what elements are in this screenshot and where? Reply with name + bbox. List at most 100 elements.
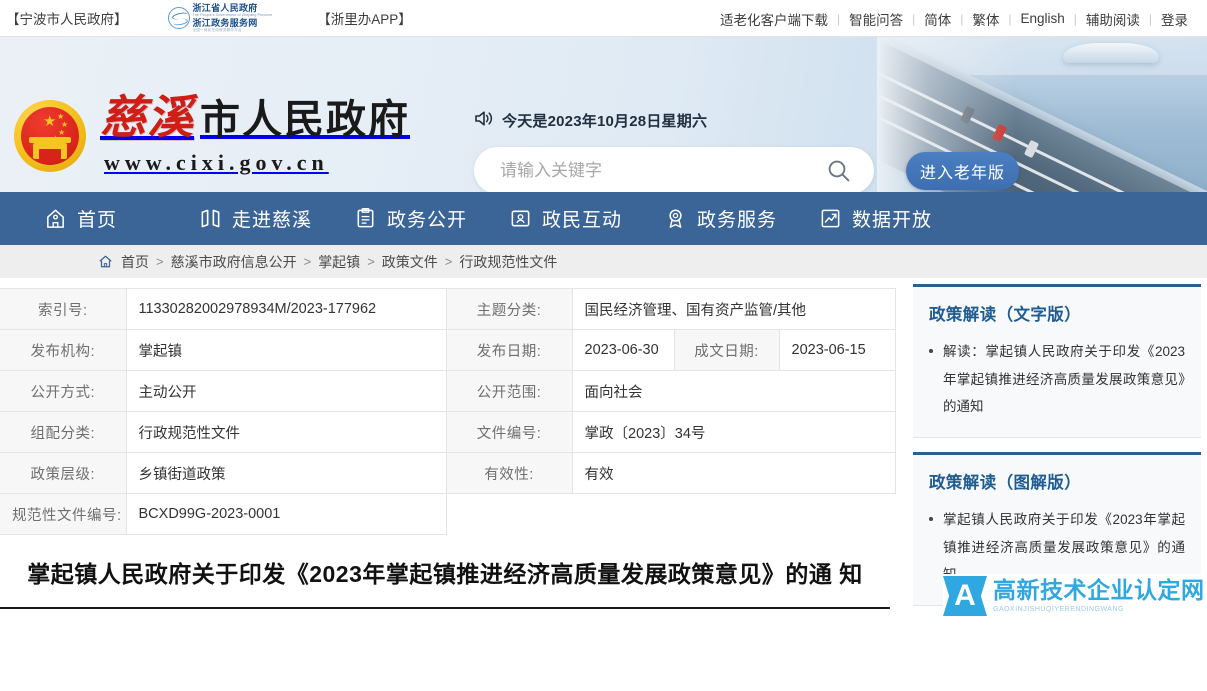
watermark-logo: A 高新技术企业认定网 GAOXINJISHUQIYERENDINGWANG — [943, 574, 1207, 619]
search-input[interactable] — [500, 160, 824, 181]
topbar-right-links: 适老化客户端下载 | 智能问答 | 简体 | 繁体 | English | 辅助… — [711, 0, 1197, 37]
link-ningbo-gov[interactable]: 【宁波市人民政府】 — [6, 8, 128, 28]
sidebar-link-interpretation-graphic[interactable]: 掌起镇人民政府关于印发《2023年掌起镇推进经济高质量发展政策意见》的通知 — [943, 512, 1185, 582]
sidebar-link-interpretation-text[interactable]: 解读：掌起镇人民政府关于印发《2023年掌起镇推进经济高质量发展政策意见》的通知 — [943, 344, 1185, 414]
nav-label-open-data: 数据开放 — [852, 210, 933, 231]
nav-label-about-cixi: 走进慈溪 — [232, 210, 313, 231]
elder-version-button[interactable]: 进入老年版 — [906, 151, 1019, 190]
site-logo-link[interactable]: ★ ★ ★ ★ ★ 慈溪 市人民政府 www.cixi.gov.cn — [14, 95, 410, 176]
link-traditional-chinese[interactable]: 繁体 — [963, 9, 1008, 29]
meta-label-publish-date: 发布日期: — [445, 329, 573, 371]
watermark-badge-icon: A — [943, 576, 987, 617]
link-smart-qa[interactable]: 智能问答 — [840, 9, 912, 29]
zj-logo-line1-en: The People's Government of Zhejiang Prov… — [192, 12, 273, 17]
document-title-line1: 掌起镇人民政府关于印发《2023年掌起镇推进经济高质量发展政策意见》的通 — [27, 561, 833, 587]
nav-item-home[interactable]: 首页 — [44, 205, 199, 232]
search-icon — [828, 160, 850, 181]
search-button[interactable] — [824, 156, 854, 186]
speaker-icon[interactable] — [474, 110, 494, 131]
meta-label-group-category: 组配分类: — [0, 411, 127, 453]
search-box[interactable] — [474, 147, 874, 192]
link-login[interactable]: 登录 — [1152, 9, 1197, 29]
breadcrumb-item-administrative-normative-documents[interactable]: 行政规范性文件 — [459, 252, 557, 272]
site-name-rest: 市人民政府 — [200, 97, 410, 142]
meta-label-policy-level: 政策层级: — [0, 452, 127, 494]
topbar-left-group: 【宁波市人民政府】 浙江省人民政府 The People's Governmen… — [0, 3, 412, 32]
watermark-letter: A — [954, 579, 976, 613]
zhejiang-gov-service-logo[interactable]: 浙江省人民政府 The People's Government of Zheji… — [167, 3, 273, 32]
home-icon — [98, 254, 113, 269]
meta-value-publish-date: 2023-06-30 — [571, 329, 675, 371]
nav-label-home: 首页 — [77, 210, 118, 231]
sidebar: 政策解读（文字版） 解读：掌起镇人民政府关于印发《2023年掌起镇推进经济高质量… — [905, 278, 1207, 620]
meta-label-disclosure-method: 公开方式: — [0, 370, 127, 412]
medal-icon — [664, 207, 687, 230]
breadcrumb-separator: > — [156, 254, 164, 269]
meta-value-document-number: 掌政〔2023〕34号 — [571, 411, 896, 453]
panel-list-text-version: 解读：掌起镇人民政府关于印发《2023年掌起镇推进经济高质量发展政策意见》的通知 — [929, 338, 1185, 421]
breadcrumb-item-cixi-gov-disclosure[interactable]: 慈溪市政府信息公开 — [171, 252, 297, 272]
link-elder-client-download[interactable]: 适老化客户端下载 — [711, 9, 837, 29]
current-date-text: 今天是2023年10月28日星期六 — [502, 113, 708, 130]
top-utility-bar: 【宁波市人民政府】 浙江省人民政府 The People's Governmen… — [0, 0, 1207, 37]
meta-value-index-number: 11330282002978934M/2023-177962 — [125, 288, 447, 330]
table-row: 政策层级: 乡镇街道政策 有效性: 有效 — [0, 452, 896, 494]
breadcrumb-item-policy-documents[interactable]: 政策文件 — [382, 252, 438, 272]
page-title: 掌起镇人民政府关于印发《2023年掌起镇推进经济高质量发展政策意见》的通 知 — [0, 557, 890, 593]
breadcrumb-item-zhangqi-town[interactable]: 掌起镇 — [318, 252, 360, 272]
meta-value-topic-category: 国民经济管理、国有资产监管/其他 — [571, 288, 896, 330]
link-simplified-chinese[interactable]: 简体 — [915, 9, 960, 29]
map-icon — [199, 207, 222, 230]
meta-value-disclosure-method: 主动公开 — [125, 370, 447, 412]
nav-item-open-data[interactable]: 数据开放 — [819, 205, 974, 232]
header-search-area: 进入老年版 — [474, 147, 1019, 192]
meta-value-disclosure-scope: 面向社会 — [571, 370, 896, 412]
chart-icon — [819, 207, 842, 230]
nav-item-government-services[interactable]: 政务服务 — [664, 205, 819, 232]
table-row: 索引号: 11330282002978934M/2023-177962 主题分类… — [0, 288, 896, 330]
panel-policy-interpretation-text: 政策解读（文字版） 解读：掌起镇人民政府关于印发《2023年掌起镇推进经济高质量… — [913, 284, 1201, 439]
main-navigation: 首页 走进慈溪 政务公开 政民互动 政务服务 数据开放 — [0, 192, 1207, 245]
home-icon — [44, 207, 67, 230]
link-zheliban-app[interactable]: 【浙里办APP】 — [317, 8, 412, 28]
link-assisted-reading[interactable]: 辅助阅读 — [1077, 9, 1149, 29]
zj-logo-line2: 浙江政务服务网 — [192, 17, 258, 28]
watermark-chinese-name: 高新技术企业认定网 — [993, 577, 1205, 604]
meta-value-validity: 有效 — [571, 452, 896, 494]
page-body: 索引号: 11330282002978934M/2023-177962 主题分类… — [0, 278, 1207, 621]
nav-label-government-disclosure: 政务公开 — [387, 210, 468, 231]
meta-label-issuing-agency: 发布机构: — [0, 329, 127, 371]
meta-value-policy-level: 乡镇街道政策 — [125, 452, 447, 494]
breadcrumb-separator: > — [303, 254, 312, 269]
meta-value-issuing-agency: 掌起镇 — [125, 329, 447, 371]
list-item[interactable]: 解读：掌起镇人民政府关于印发《2023年掌起镇推进经济高质量发展政策意见》的通知 — [929, 338, 1185, 421]
table-row: 发布机构: 掌起镇 发布日期: 2023-06-30 成文日期: 2023-06… — [0, 329, 896, 371]
site-header: ★ ★ ★ ★ ★ 慈溪 市人民政府 www.cixi.gov.cn — [0, 37, 1207, 192]
panel-title-graphic-version: 政策解读（图解版） — [929, 474, 1082, 493]
document-title-line2: 知 — [839, 561, 863, 587]
panel-title-text-version: 政策解读（文字版） — [929, 306, 1082, 324]
breadcrumb-separator: > — [444, 254, 453, 269]
page-root: 【宁波市人民政府】 浙江省人民政府 The People's Governmen… — [0, 0, 1207, 621]
meta-label-document-number: 文件编号: — [445, 411, 573, 453]
breadcrumb-item-home[interactable]: 首页 — [121, 252, 149, 272]
nav-label-government-services: 政务服务 — [697, 210, 778, 231]
site-url-text: www.cixi.gov.cn — [104, 150, 329, 175]
clipboard-icon — [354, 207, 377, 230]
nav-item-citizen-interaction[interactable]: 政民互动 — [509, 205, 664, 232]
link-english[interactable]: English — [1011, 11, 1073, 26]
nav-label-citizen-interaction: 政民互动 — [542, 210, 623, 231]
watermark-text: 高新技术企业认定网 GAOXINJISHUQIYERENDINGWANG — [993, 577, 1205, 614]
meta-label-index-number: 索引号: — [0, 288, 127, 330]
nav-item-about-cixi[interactable]: 走进慈溪 — [199, 205, 354, 232]
site-name-accent: 慈溪 — [100, 92, 194, 143]
watermark-pinyin: GAOXINJISHUQIYERENDINGWANG — [993, 606, 1124, 614]
meta-label-document-date: 成文日期: — [673, 329, 780, 371]
zj-logo-line2-en: 全国一体化在线政务服务平台 — [192, 27, 242, 32]
site-wordmark: 慈溪 市人民政府 www.cixi.gov.cn — [100, 95, 410, 176]
nav-item-government-disclosure[interactable]: 政务公开 — [354, 205, 509, 232]
meta-label-topic-category: 主题分类: — [445, 288, 573, 330]
zhejiang-wave-icon — [167, 7, 190, 29]
table-row: 公开方式: 主动公开 公开范围: 面向社会 — [0, 370, 896, 412]
meta-label-validity: 有效性: — [445, 452, 573, 494]
